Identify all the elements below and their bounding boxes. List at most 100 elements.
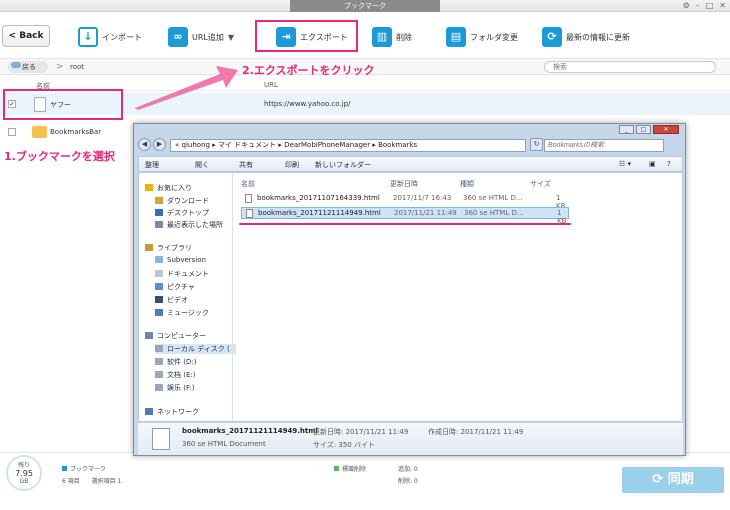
- search-input[interactable]: [544, 61, 716, 73]
- nav-drive-d[interactable]: 软件 (D:): [155, 357, 196, 367]
- html-file-icon: [245, 194, 252, 203]
- nav-pictures[interactable]: ピクチャ: [155, 282, 195, 292]
- address-prefix: «: [175, 141, 180, 149]
- address-part[interactable]: Bookmarks: [378, 141, 417, 149]
- step2-annotation: 2.エクスポートをクリック: [242, 64, 375, 77]
- nav-library-label: ライブラリ: [157, 244, 192, 252]
- address-part[interactable]: DearMobiPhoneManager: [284, 141, 370, 149]
- deleted-count: 削除: 0: [398, 478, 418, 485]
- open-menu[interactable]: 開く: [195, 160, 209, 170]
- header-size[interactable]: サイズ: [530, 179, 551, 189]
- marked-delete-label: 標識削除: [342, 466, 367, 473]
- back-button[interactable]: < Back: [2, 25, 50, 47]
- chevron-down-icon[interactable]: ▼: [228, 33, 234, 42]
- legend-bookmark: ブックマーク: [62, 464, 106, 473]
- nav-drive-f[interactable]: 娱乐 (F:): [155, 383, 195, 393]
- delete-button[interactable]: ▥ 削除: [372, 25, 412, 49]
- explorer-title-bar: _ □ ✕: [134, 124, 685, 137]
- marked-delete-swatch: [334, 466, 339, 471]
- pictures-icon: [155, 283, 163, 290]
- html-file-icon: [246, 209, 253, 218]
- nav-network[interactable]: ネットワーク: [145, 407, 199, 417]
- sync-icon: ⟳: [652, 472, 668, 487]
- help-icon[interactable]: ?: [667, 160, 671, 168]
- library-icon: [145, 244, 153, 251]
- pointer-arrow: [135, 66, 238, 110]
- legend-bookmark-label: ブックマーク: [70, 466, 107, 473]
- organize-menu[interactable]: 整理: [145, 160, 159, 170]
- import-label: インポート: [102, 32, 142, 42]
- bookmark-swatch: [62, 466, 67, 471]
- nav-desktop[interactable]: デスクトップ: [155, 208, 209, 218]
- refresh-address-icon[interactable]: ↻: [530, 138, 543, 151]
- file-row[interactable]: bookmarks_20171107164339.html 2017/11/7 …: [241, 193, 569, 210]
- file-row[interactable]: bookmarks_20171121114949.html 2017/11/21…: [241, 207, 569, 225]
- delete-label: 削除: [396, 32, 412, 42]
- file-modified: 2017/11/7 16:43: [393, 194, 452, 202]
- nav-subversion[interactable]: Subversion: [155, 256, 206, 264]
- window-controls: ⚙ – □ ✕: [683, 0, 726, 12]
- refresh-label: 最新の情報に更新: [566, 32, 630, 42]
- nav-back-icon[interactable]: ◀: [138, 138, 151, 151]
- nav-computer-label: コンピューター: [157, 332, 206, 340]
- address-part[interactable]: マイ ドキュメント: [218, 141, 276, 149]
- close-icon[interactable]: ✕: [719, 0, 726, 12]
- nav-computer[interactable]: コンピューター: [145, 331, 206, 341]
- minimize-icon[interactable]: –: [696, 0, 700, 12]
- preview-pane-icon[interactable]: ▣: [649, 160, 656, 168]
- row-name: BookmarksBar: [50, 128, 102, 136]
- nav-drive-e[interactable]: 文档 (E:): [155, 370, 195, 380]
- header-type[interactable]: 種類: [460, 179, 474, 189]
- maximize-icon[interactable]: □: [706, 0, 714, 12]
- refresh-button[interactable]: ⟳ 最新の情報に更新: [542, 25, 630, 49]
- explorer-command-bar: 整理 開く 共有 印刷 新しいフォルダー ☷ ▾ ▣ ?: [138, 156, 683, 172]
- html-file-icon: [152, 428, 170, 450]
- close-icon[interactable]: ✕: [653, 125, 679, 134]
- nav-drive-e-label: 文档 (E:): [167, 371, 196, 379]
- explorer-search-input[interactable]: [544, 139, 664, 152]
- row-url: https://www.yahoo.co.jp/: [264, 100, 351, 108]
- explorer-body: お気に入り ダウンロード デスクトップ 最近表示した場所 ライブラリ Subve…: [138, 172, 683, 422]
- details-created: 作成日時: 2017/11/21 11:49: [428, 428, 524, 436]
- nav-forward-icon[interactable]: ▶: [153, 138, 166, 151]
- column-url[interactable]: URL: [264, 81, 278, 89]
- header-name[interactable]: 名前: [241, 179, 255, 189]
- nav-local-disk-label: ローカル ディスク (: [167, 345, 230, 353]
- share-menu[interactable]: 共有: [239, 160, 253, 170]
- details-filename: bookmarks_20171121114949.html: [182, 427, 318, 435]
- new-folder-button[interactable]: 新しいフォルダー: [315, 160, 371, 170]
- view-options-icon[interactable]: ☷ ▾: [619, 160, 631, 168]
- import-button[interactable]: ↓ インポート: [78, 25, 142, 49]
- nav-recent[interactable]: 最近表示した場所: [155, 220, 223, 230]
- storage-gauge: 残り 7.95 GB: [6, 455, 42, 491]
- nav-library[interactable]: ライブラリ: [145, 243, 192, 253]
- window-title: ブックマーク: [290, 0, 440, 12]
- nav-downloads[interactable]: ダウンロード: [155, 196, 209, 206]
- sync-button[interactable]: ⟳ 同期: [622, 467, 724, 493]
- row-checkbox[interactable]: [8, 128, 16, 136]
- folder-icon: [32, 126, 47, 138]
- settings-icon[interactable]: ⚙: [683, 0, 690, 12]
- nav-favorites[interactable]: お気に入り: [145, 183, 192, 193]
- nav-local-disk[interactable]: ローカル ディスク (: [155, 344, 236, 354]
- file-name: bookmarks_20171121114949.html: [258, 209, 381, 217]
- export-highlight-box: [255, 20, 358, 52]
- path-back-button[interactable]: 戻る: [8, 61, 48, 73]
- print-button[interactable]: 印刷: [285, 160, 299, 170]
- rename-folder-button[interactable]: ▤ フォルダ変更: [446, 25, 518, 49]
- maximize-icon[interactable]: □: [636, 125, 651, 134]
- nav-music[interactable]: ミュージック: [155, 308, 209, 318]
- current-path: root: [70, 63, 85, 71]
- navigation-pane: お気に入り ダウンロード デスクトップ 最近表示した場所 ライブラリ Subve…: [139, 173, 236, 421]
- address-bar[interactable]: « qiuhong ▸ マイ ドキュメント ▸ DearMobiPhoneMan…: [170, 139, 526, 152]
- item-count-row: 6 項目 選択項目 1: [62, 476, 121, 485]
- address-part[interactable]: qiuhong: [182, 141, 210, 149]
- details-pane: bookmarks_20171121114949.html 更新日時: 2017…: [138, 423, 683, 455]
- arrow-shape: [135, 66, 238, 110]
- add-url-button[interactable]: ∞ URL追加 ▼: [168, 25, 234, 49]
- minimize-icon[interactable]: _: [619, 125, 634, 134]
- header-modified[interactable]: 更新日時: [390, 179, 418, 189]
- nav-pictures-label: ピクチャ: [167, 283, 195, 291]
- nav-documents[interactable]: ドキュメント: [155, 269, 209, 279]
- nav-videos[interactable]: ビデオ: [155, 295, 188, 305]
